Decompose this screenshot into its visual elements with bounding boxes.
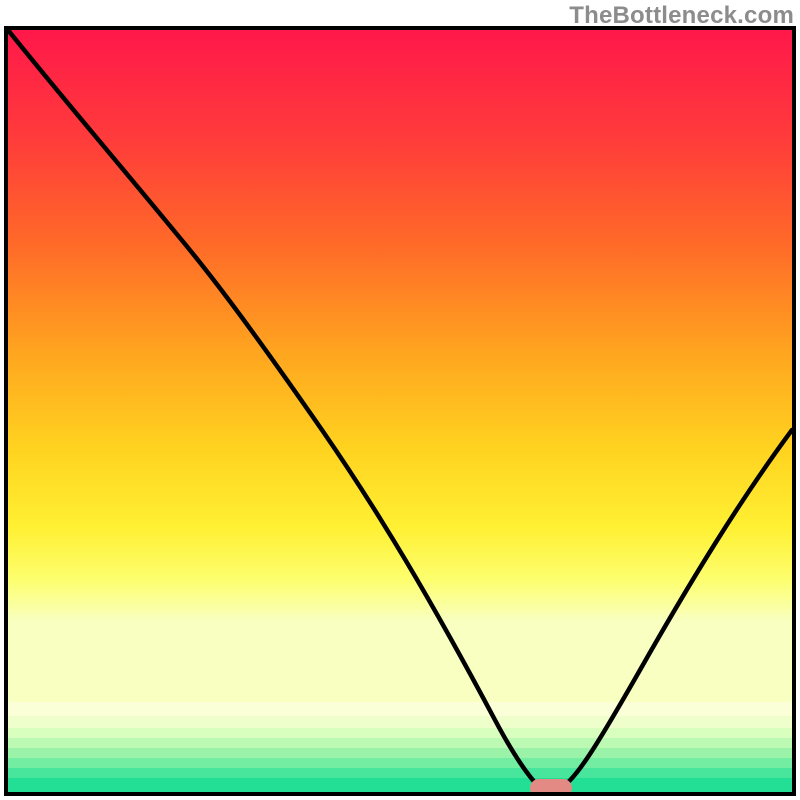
- band-green1: [8, 748, 792, 758]
- band-green2: [8, 758, 792, 768]
- band-lime2: [8, 728, 792, 738]
- band-green4: [8, 778, 792, 794]
- band-lime1: [8, 716, 792, 728]
- band-lime3: [8, 738, 792, 748]
- band-green3: [8, 768, 792, 778]
- bottleneck-chart: TheBottleneck.com: [0, 0, 800, 800]
- band-pale: [8, 702, 792, 716]
- background-gradient: [8, 30, 792, 702]
- plot-area: [0, 0, 800, 800]
